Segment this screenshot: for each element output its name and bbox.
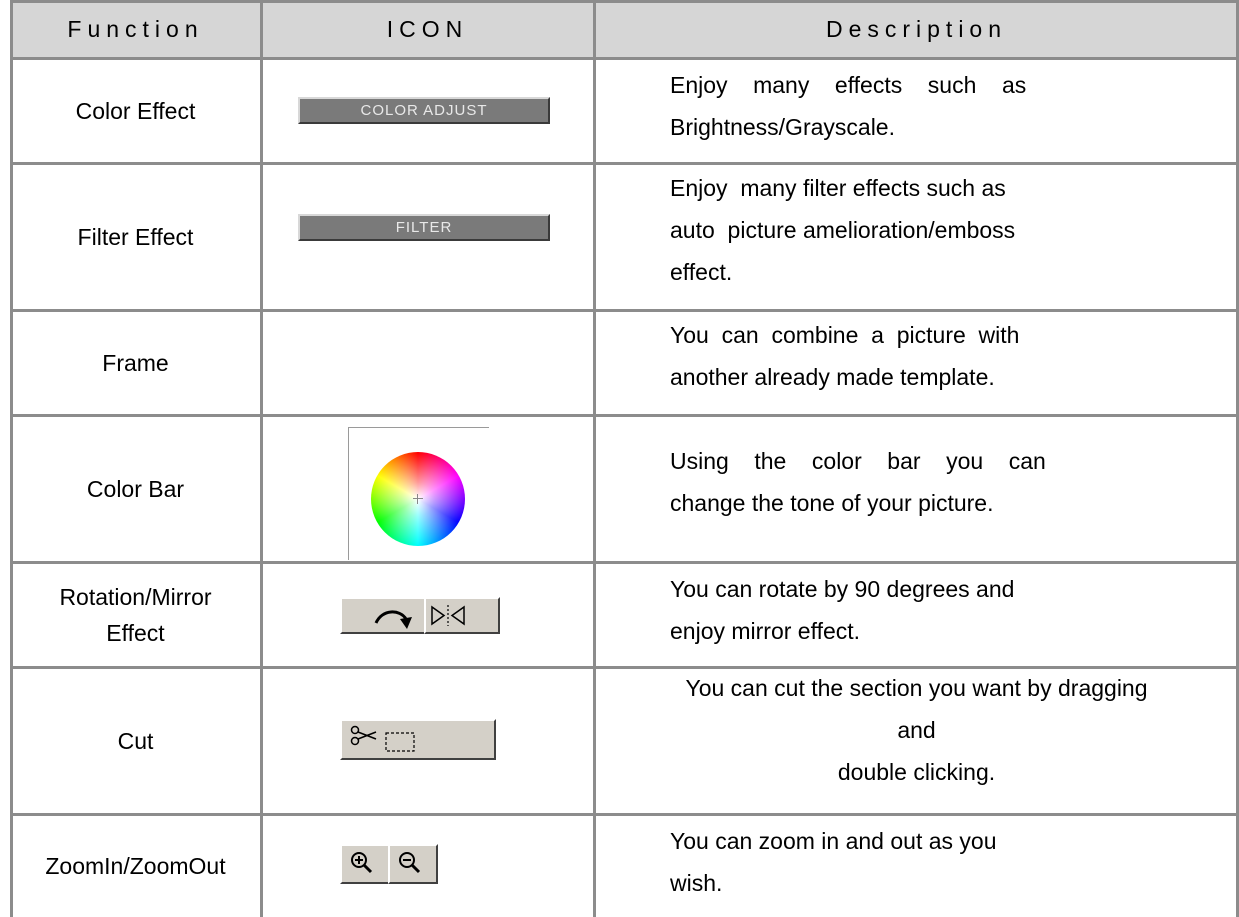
description: You can rotate by 90 degrees and enjoy m… [670, 576, 1015, 644]
filter-button[interactable]: FILTER [298, 214, 550, 241]
rotate-icon[interactable] [340, 597, 426, 634]
grid-line [10, 666, 1239, 669]
grid-line [593, 0, 596, 917]
description: Using the color bar you can change the t… [670, 448, 1046, 516]
grid-line [10, 0, 13, 917]
table-row: Color Effect COLOR ADJUST Enjoy many eff… [10, 58, 1239, 163]
table-row: Frame You can combine a picture with ano… [10, 310, 1239, 415]
table-row: ZoomIn/ZoomOut You can zoom in and out a… [10, 814, 1239, 917]
mirror-icon[interactable] [424, 597, 500, 634]
header-icon: ICON [386, 16, 469, 42]
grid-line [260, 0, 263, 917]
cut-icon[interactable] [340, 719, 496, 760]
table-row: Rotation/Mirror Effect You can rotate by… [10, 562, 1239, 667]
function-label: Filter Effect [77, 223, 194, 250]
grid-line [10, 561, 1239, 564]
function-label: Rotation/Mirror Effect [59, 583, 212, 646]
crosshair-icon [413, 494, 423, 504]
function-label: Frame [102, 349, 169, 376]
function-label: ZoomIn/ZoomOut [45, 852, 226, 879]
color-adjust-button[interactable]: COLOR ADJUST [298, 97, 550, 124]
description: You can combine a picture with another a… [670, 322, 1020, 390]
zoom-out-icon[interactable] [388, 844, 438, 884]
grid-line [10, 309, 1239, 312]
table-row: Cut You can cut the section you want by … [10, 667, 1239, 814]
header-function: Function [67, 16, 204, 42]
description: You can zoom in and out as you wish. [670, 828, 997, 896]
grid-line [10, 813, 1239, 816]
zoom-in-icon[interactable] [340, 844, 390, 884]
function-label: Color Effect [75, 97, 196, 124]
grid-line [10, 57, 1239, 60]
table-header: Function ICON Description [10, 0, 1239, 58]
grid-line [10, 414, 1239, 417]
function-label: Color Bar [86, 475, 185, 502]
header-description: Description [825, 16, 1008, 42]
function-label: Cut [117, 727, 154, 754]
grid-line [10, 0, 1239, 3]
description: Enjoy many effects such as Brightness/Gr… [670, 72, 1027, 140]
table-row: Filter Effect FILTER Enjoy many filter e… [10, 163, 1239, 310]
description: Enjoy many filter effects such as auto p… [670, 175, 1016, 285]
color-wheel-icon[interactable] [348, 427, 489, 560]
grid-line [10, 162, 1239, 165]
table-row: Color Bar Using the color bar you can ch… [10, 415, 1239, 562]
description: You can cut the section you want by drag… [685, 675, 1148, 785]
